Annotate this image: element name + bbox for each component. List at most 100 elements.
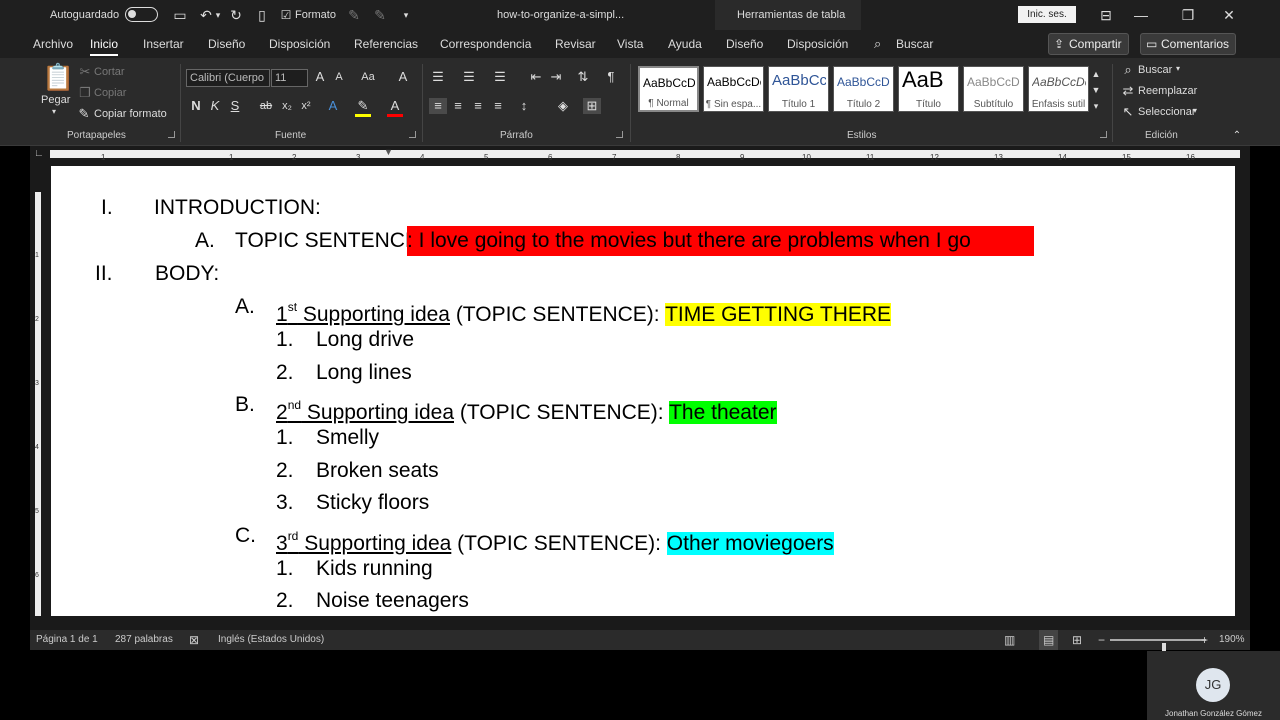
numbering-icon[interactable]: ☰: [460, 69, 478, 85]
zoom-out-icon[interactable]: −: [1098, 630, 1105, 650]
highlight-color-icon[interactable]: ✎: [355, 98, 371, 117]
format-checkbox-icon[interactable]: ☑: [277, 6, 295, 24]
italic-icon[interactable]: K: [208, 98, 222, 114]
undo-dropdown-icon[interactable]: ▾: [213, 6, 223, 24]
style-heading-2[interactable]: AaBbCcD Título 2: [833, 66, 894, 112]
select-icon[interactable]: ↖: [1121, 104, 1135, 120]
page-count[interactable]: Página 1 de 1: [36, 630, 98, 650]
tab-selector-icon[interactable]: ∟: [34, 148, 44, 159]
text-effects-icon[interactable]: A: [325, 98, 341, 114]
document-page[interactable]: I. INTRODUCTION: A. TOPIC SENTENCE : I l…: [51, 166, 1235, 616]
zoom-in-icon[interactable]: +: [1201, 630, 1208, 650]
styles-scroll-up-icon[interactable]: ▲: [1090, 66, 1102, 82]
tab-disposicion[interactable]: Disposición: [269, 30, 330, 58]
paragraph-launcher-icon[interactable]: [616, 131, 623, 138]
find-label[interactable]: Buscar: [1138, 64, 1172, 76]
tab-archivo[interactable]: Archivo: [33, 30, 73, 58]
align-right-icon[interactable]: ≡: [469, 98, 487, 114]
clear-formatting-icon[interactable]: A: [395, 69, 411, 85]
clipboard-launcher-icon[interactable]: [168, 131, 175, 138]
show-marks-icon[interactable]: ¶: [602, 69, 620, 85]
styles-more-icon[interactable]: ▾: [1090, 98, 1102, 114]
align-center-icon[interactable]: ≡: [449, 98, 467, 114]
change-case-icon[interactable]: Aa: [357, 69, 379, 85]
sort-icon[interactable]: ⇅: [574, 69, 592, 85]
subscript-icon[interactable]: x₂: [280, 98, 294, 114]
proofing-icon[interactable]: ⊠: [189, 630, 199, 650]
tab-correspondencia[interactable]: Correspondencia: [440, 30, 531, 58]
style-subtle-emphasis[interactable]: AaBbCcDc Énfasis sutil: [1028, 66, 1089, 112]
redo-icon[interactable]: ↻: [227, 6, 245, 24]
language[interactable]: Inglés (Estados Unidos): [218, 630, 324, 650]
strikethrough-icon[interactable]: ab: [259, 98, 273, 114]
zoom-level[interactable]: 190%: [1219, 630, 1245, 650]
shrink-font-icon[interactable]: A: [332, 69, 346, 85]
paste-label[interactable]: Pegar: [41, 94, 70, 106]
horizontal-ruler[interactable]: ∟ 1 1 2 3 4 5 6 7 8 9 10 11 12 13 14 15 …: [30, 146, 1250, 162]
tab-ayuda[interactable]: Ayuda: [668, 30, 702, 58]
styles-scroll-down-icon[interactable]: ▼: [1090, 82, 1102, 98]
minimize-icon[interactable]: —: [1118, 0, 1164, 30]
font-launcher-icon[interactable]: [409, 131, 416, 138]
replace-label[interactable]: Reemplazar: [1138, 85, 1197, 97]
underline-icon[interactable]: S: [228, 98, 242, 114]
styles-launcher-icon[interactable]: [1100, 131, 1107, 138]
grow-font-icon[interactable]: A: [313, 69, 327, 85]
bullets-icon[interactable]: ☰: [429, 69, 447, 85]
shading-icon[interactable]: ◈: [554, 98, 572, 114]
style-no-spacing[interactable]: AaBbCcDc ¶ Sin espa...: [703, 66, 764, 112]
customize-toolbar-icon[interactable]: ▾: [397, 6, 415, 24]
paste-icon[interactable]: 📋: [42, 62, 74, 92]
font-color-icon[interactable]: A: [387, 98, 403, 117]
bold-icon[interactable]: N: [189, 98, 203, 114]
tab-vista[interactable]: Vista: [617, 30, 643, 58]
signin-button[interactable]: Inic. ses.: [1018, 6, 1076, 23]
select-label[interactable]: Seleccionar: [1138, 106, 1195, 118]
paste-dropdown-icon[interactable]: ▾: [52, 107, 56, 116]
decrease-indent-icon[interactable]: ⇤: [527, 69, 545, 85]
line-spacing-icon[interactable]: ↕: [515, 98, 533, 114]
save-icon[interactable]: ▭: [171, 6, 189, 24]
vertical-ruler[interactable]: 1 2 3 4 5 6: [30, 162, 46, 616]
style-subtitle[interactable]: AaBbCcD Subtítulo: [963, 66, 1024, 112]
print-layout-icon[interactable]: ▤: [1039, 630, 1059, 650]
font-size-combo[interactable]: 11: [271, 69, 308, 87]
style-heading-1[interactable]: AaBbCc Título 1: [768, 66, 829, 112]
style-title[interactable]: AaB Título: [898, 66, 959, 112]
tab-table-layout[interactable]: Disposición: [787, 30, 848, 58]
tab-table-design[interactable]: Diseño: [726, 30, 763, 58]
autosave-toggle[interactable]: [125, 7, 158, 22]
style-normal[interactable]: AaBbCcDc ¶ Normal: [638, 66, 699, 112]
select-dropdown-icon[interactable]: ▾: [1193, 106, 1197, 115]
format-label[interactable]: Formato: [295, 0, 336, 30]
comments-button[interactable]: ▭ Comentarios: [1140, 33, 1237, 55]
format-painter-label[interactable]: Copiar formato: [94, 108, 167, 120]
close-icon[interactable]: ✕: [1206, 0, 1252, 30]
collapse-ribbon-icon[interactable]: ⌃: [1230, 128, 1244, 144]
tab-revisar[interactable]: Revisar: [555, 30, 596, 58]
search-label[interactable]: Buscar: [896, 30, 933, 58]
tab-insertar[interactable]: Insertar: [143, 30, 184, 58]
restore-icon[interactable]: ❐: [1165, 0, 1211, 30]
borders-icon[interactable]: ⊞: [583, 98, 601, 114]
tab-diseno[interactable]: Diseño: [208, 30, 245, 58]
find-icon[interactable]: ⌕: [1121, 62, 1135, 78]
zoom-slider[interactable]: [1110, 639, 1206, 655]
find-dropdown-icon[interactable]: ▾: [1176, 64, 1180, 73]
share-button[interactable]: ⇪ Compartir: [1048, 33, 1129, 55]
new-document-icon[interactable]: ▯: [253, 6, 271, 24]
word-count[interactable]: 287 palabras: [115, 630, 173, 650]
tab-referencias[interactable]: Referencias: [354, 30, 418, 58]
increase-indent-icon[interactable]: ⇥: [547, 69, 565, 85]
web-layout-icon[interactable]: ⊞: [1072, 630, 1082, 650]
search-icon[interactable]: ⌕: [874, 30, 881, 58]
replace-icon[interactable]: ⇄: [1121, 83, 1135, 99]
multilevel-list-icon[interactable]: ☰: [491, 69, 509, 85]
superscript-icon[interactable]: x²: [299, 98, 313, 114]
indent-marker-icon[interactable]: ▼: [384, 147, 393, 157]
format-painter-icon[interactable]: ✎: [77, 106, 91, 122]
justify-icon[interactable]: ≡: [489, 98, 507, 114]
align-left-icon[interactable]: ≡: [429, 98, 447, 114]
font-family-combo[interactable]: Calibri (Cuerpo: [186, 69, 270, 87]
read-mode-icon[interactable]: ▥: [1004, 630, 1015, 650]
